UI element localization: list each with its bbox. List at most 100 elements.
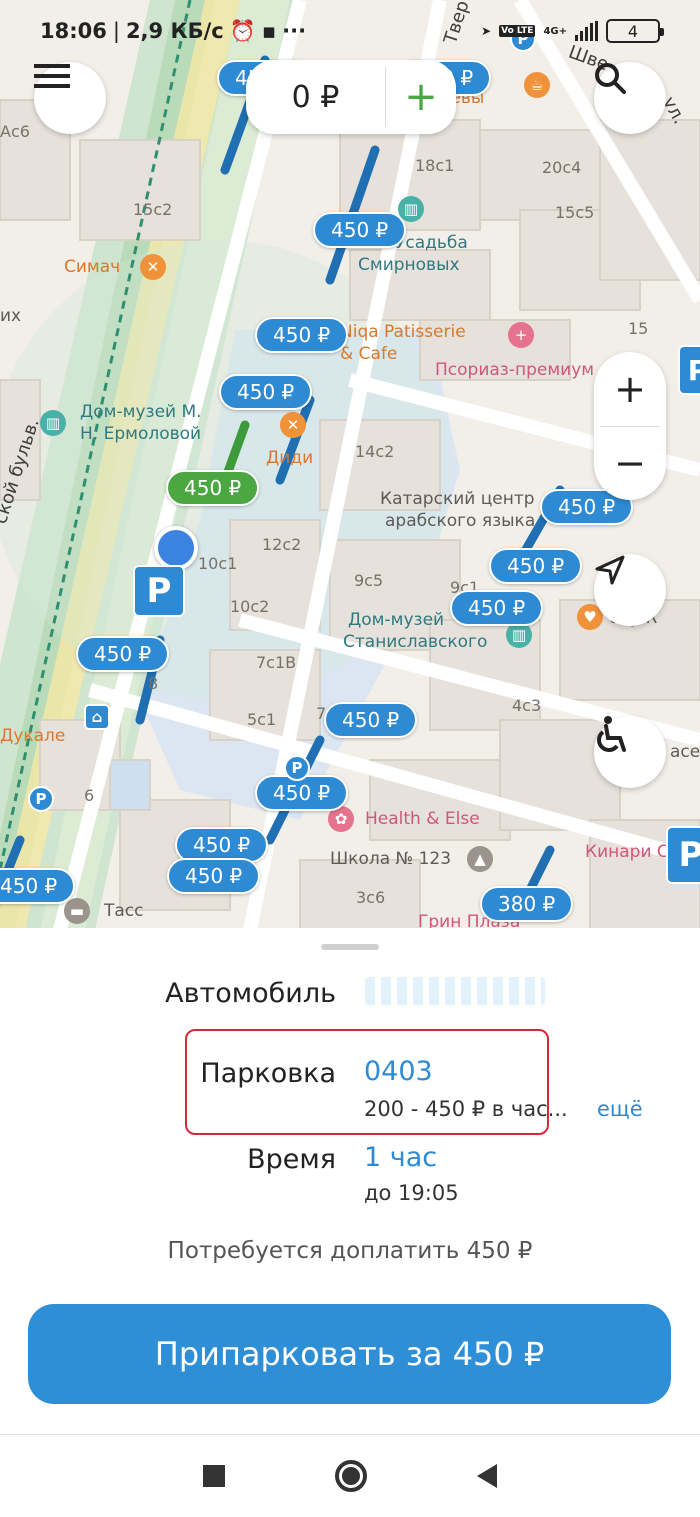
place-kinari[interactable]: Кинари С xyxy=(585,842,669,862)
house-number: 3с6 xyxy=(356,888,386,907)
car-label: Автомобиль xyxy=(165,978,336,1009)
park-button[interactable]: Припарковать за 450 ₽ xyxy=(28,1304,671,1404)
price-marker[interactable]: 450 ₽ xyxy=(0,868,76,904)
place-niqa-2[interactable]: & Cafe xyxy=(340,344,397,364)
house-number: 6 xyxy=(84,786,95,805)
battery-icon: 4 xyxy=(606,19,664,43)
more-link[interactable]: ещё xyxy=(597,1097,643,1121)
metro-icon[interactable]: ⌂ xyxy=(84,704,110,730)
locate-button[interactable] xyxy=(594,554,666,626)
place-katar-2[interactable]: арабского языка xyxy=(385,511,535,531)
house-number: 14с2 xyxy=(355,442,395,461)
parking-rate: 200 - 450 ₽ в час... xyxy=(364,1097,568,1121)
network-type: 4G+ xyxy=(543,25,567,37)
location-icon: ➤ xyxy=(481,24,492,38)
search-button[interactable] xyxy=(594,62,666,134)
cafe-icon[interactable]: ☕ xyxy=(524,72,550,98)
my-location-marker xyxy=(154,526,198,570)
system-nav-bar xyxy=(0,1434,700,1517)
place-health[interactable]: Health & Else xyxy=(365,809,480,829)
price-marker[interactable]: 450 ₽ xyxy=(255,775,349,811)
parking-label: Парковка xyxy=(200,1058,336,1089)
car-plate-blurred[interactable] xyxy=(365,977,545,1005)
parking-sheet: Автомобиль Парковка 0403 200 - 450 ₽ в ч… xyxy=(0,928,700,1517)
house-number: 12с2 xyxy=(262,535,302,554)
status-bar: 18:06 | 2,9 КБ/с ⏰ ▪ ··· ➤ Vo LTE 4G+ 4 xyxy=(0,0,700,62)
zoom-in-button[interactable]: + xyxy=(594,352,666,426)
restaurant-icon[interactable]: ✕ xyxy=(140,254,166,280)
need-to-pay-text: Потребуется доплатить 450 ₽ xyxy=(167,1238,533,1264)
parking-icon[interactable]: P xyxy=(284,755,310,781)
parking-icon[interactable]: P xyxy=(666,826,700,884)
menu-icon xyxy=(34,64,70,88)
parking-zone-value[interactable]: 0403 xyxy=(364,1056,433,1087)
place-dommuzei-ermolova-2[interactable]: Н. Ермоловой xyxy=(80,424,201,444)
zoom-control: + − xyxy=(594,352,666,500)
price-marker[interactable]: 450 ₽ xyxy=(255,317,349,353)
minus-icon: − xyxy=(614,441,646,486)
place-dukale[interactable]: Дукале xyxy=(0,726,65,746)
place-usadba[interactable]: Усадьба xyxy=(395,233,468,253)
house-number: 10с1 xyxy=(198,554,238,573)
place-psoriaz[interactable]: Псориаз-премиум xyxy=(435,360,594,380)
house-number: 8 xyxy=(148,674,159,693)
price-marker[interactable]: 450 ₽ xyxy=(450,590,544,626)
balance-widget[interactable]: 0 ₽ + xyxy=(246,60,456,134)
place-niqa[interactable]: Niqa Patisserie xyxy=(340,322,466,342)
add-balance-button[interactable]: + xyxy=(386,77,456,117)
place-katar[interactable]: Катарский центр xyxy=(380,489,535,509)
zoom-out-button[interactable]: − xyxy=(594,427,666,501)
nav-recents-icon[interactable] xyxy=(203,1465,225,1487)
alarm-icon: ⏰ xyxy=(229,18,256,43)
place-didi[interactable]: Диди xyxy=(266,448,313,468)
house-number: 15с2 xyxy=(133,200,173,219)
museum-icon[interactable]: ▥ xyxy=(40,410,66,436)
price-marker[interactable]: 450 ₽ xyxy=(489,548,583,584)
price-marker[interactable]: 450 ₽ xyxy=(76,636,170,672)
place-dommuzei-ermolova[interactable]: Дом-музей М. xyxy=(80,402,202,422)
place-usadba-2[interactable]: Смирновых xyxy=(358,255,460,275)
selected-parking-icon[interactable]: P xyxy=(133,565,185,617)
price-marker[interactable]: 380 ₽ xyxy=(480,886,574,922)
wheelchair-icon xyxy=(597,716,626,752)
price-marker[interactable]: 450 ₽ xyxy=(313,212,407,248)
battery-saver-icon: ▪ xyxy=(261,19,277,43)
balance-amount: 0 ₽ xyxy=(291,79,340,115)
nav-back-icon[interactable] xyxy=(477,1464,497,1488)
house-number: 9с5 xyxy=(354,571,384,590)
house-number: 10с2 xyxy=(230,597,270,616)
volte-icon: Vo LTE xyxy=(499,25,536,37)
price-marker[interactable]: 450 ₽ xyxy=(219,374,313,410)
sheet-handle[interactable] xyxy=(321,944,379,950)
time-value[interactable]: 1 час xyxy=(364,1142,437,1173)
office-icon[interactable]: ▬ xyxy=(64,898,90,924)
price-marker-selected[interactable]: 450 ₽ xyxy=(166,470,260,506)
house-number: Ас6 xyxy=(0,122,30,141)
accessible-parking-button[interactable] xyxy=(594,716,666,788)
house-number: 18с1 xyxy=(415,156,455,175)
house-number: 15 xyxy=(628,319,649,338)
place-school[interactable]: Школа № 123 xyxy=(330,849,451,869)
school-icon[interactable]: ▲ xyxy=(467,846,493,872)
more-icon: ··· xyxy=(282,19,307,43)
restaurant-icon[interactable]: ✕ xyxy=(280,412,306,438)
place-ace: ace xyxy=(670,742,700,762)
parking-map[interactable]: Симач ✕ Усадьба Смирновых ▥ Niqa Patisse… xyxy=(0,0,700,930)
screen: Симач ✕ Усадьба Смирновых ▥ Niqa Patisse… xyxy=(0,0,700,1517)
house-number: 7с1В xyxy=(256,653,297,672)
signal-icon xyxy=(575,21,598,41)
time-label: Время xyxy=(247,1144,336,1175)
menu-button[interactable] xyxy=(34,62,106,134)
place-simach[interactable]: Симач xyxy=(64,257,120,277)
parking-icon[interactable]: P xyxy=(678,345,700,395)
place-dommuzei-stan-2[interactable]: Станиславского xyxy=(343,632,487,652)
nav-home-icon[interactable] xyxy=(335,1460,367,1492)
place-dommuzei-stan[interactable]: Дом-музей xyxy=(348,610,444,630)
price-marker[interactable]: 450 ₽ xyxy=(324,702,418,738)
locate-icon xyxy=(595,555,625,585)
house-number: 4с3 xyxy=(512,696,542,715)
price-marker[interactable]: 450 ₽ xyxy=(167,858,261,894)
parking-icon[interactable]: P xyxy=(28,786,54,812)
pharmacy-icon[interactable]: + xyxy=(508,322,534,348)
place-tass[interactable]: Тасс xyxy=(104,901,144,921)
